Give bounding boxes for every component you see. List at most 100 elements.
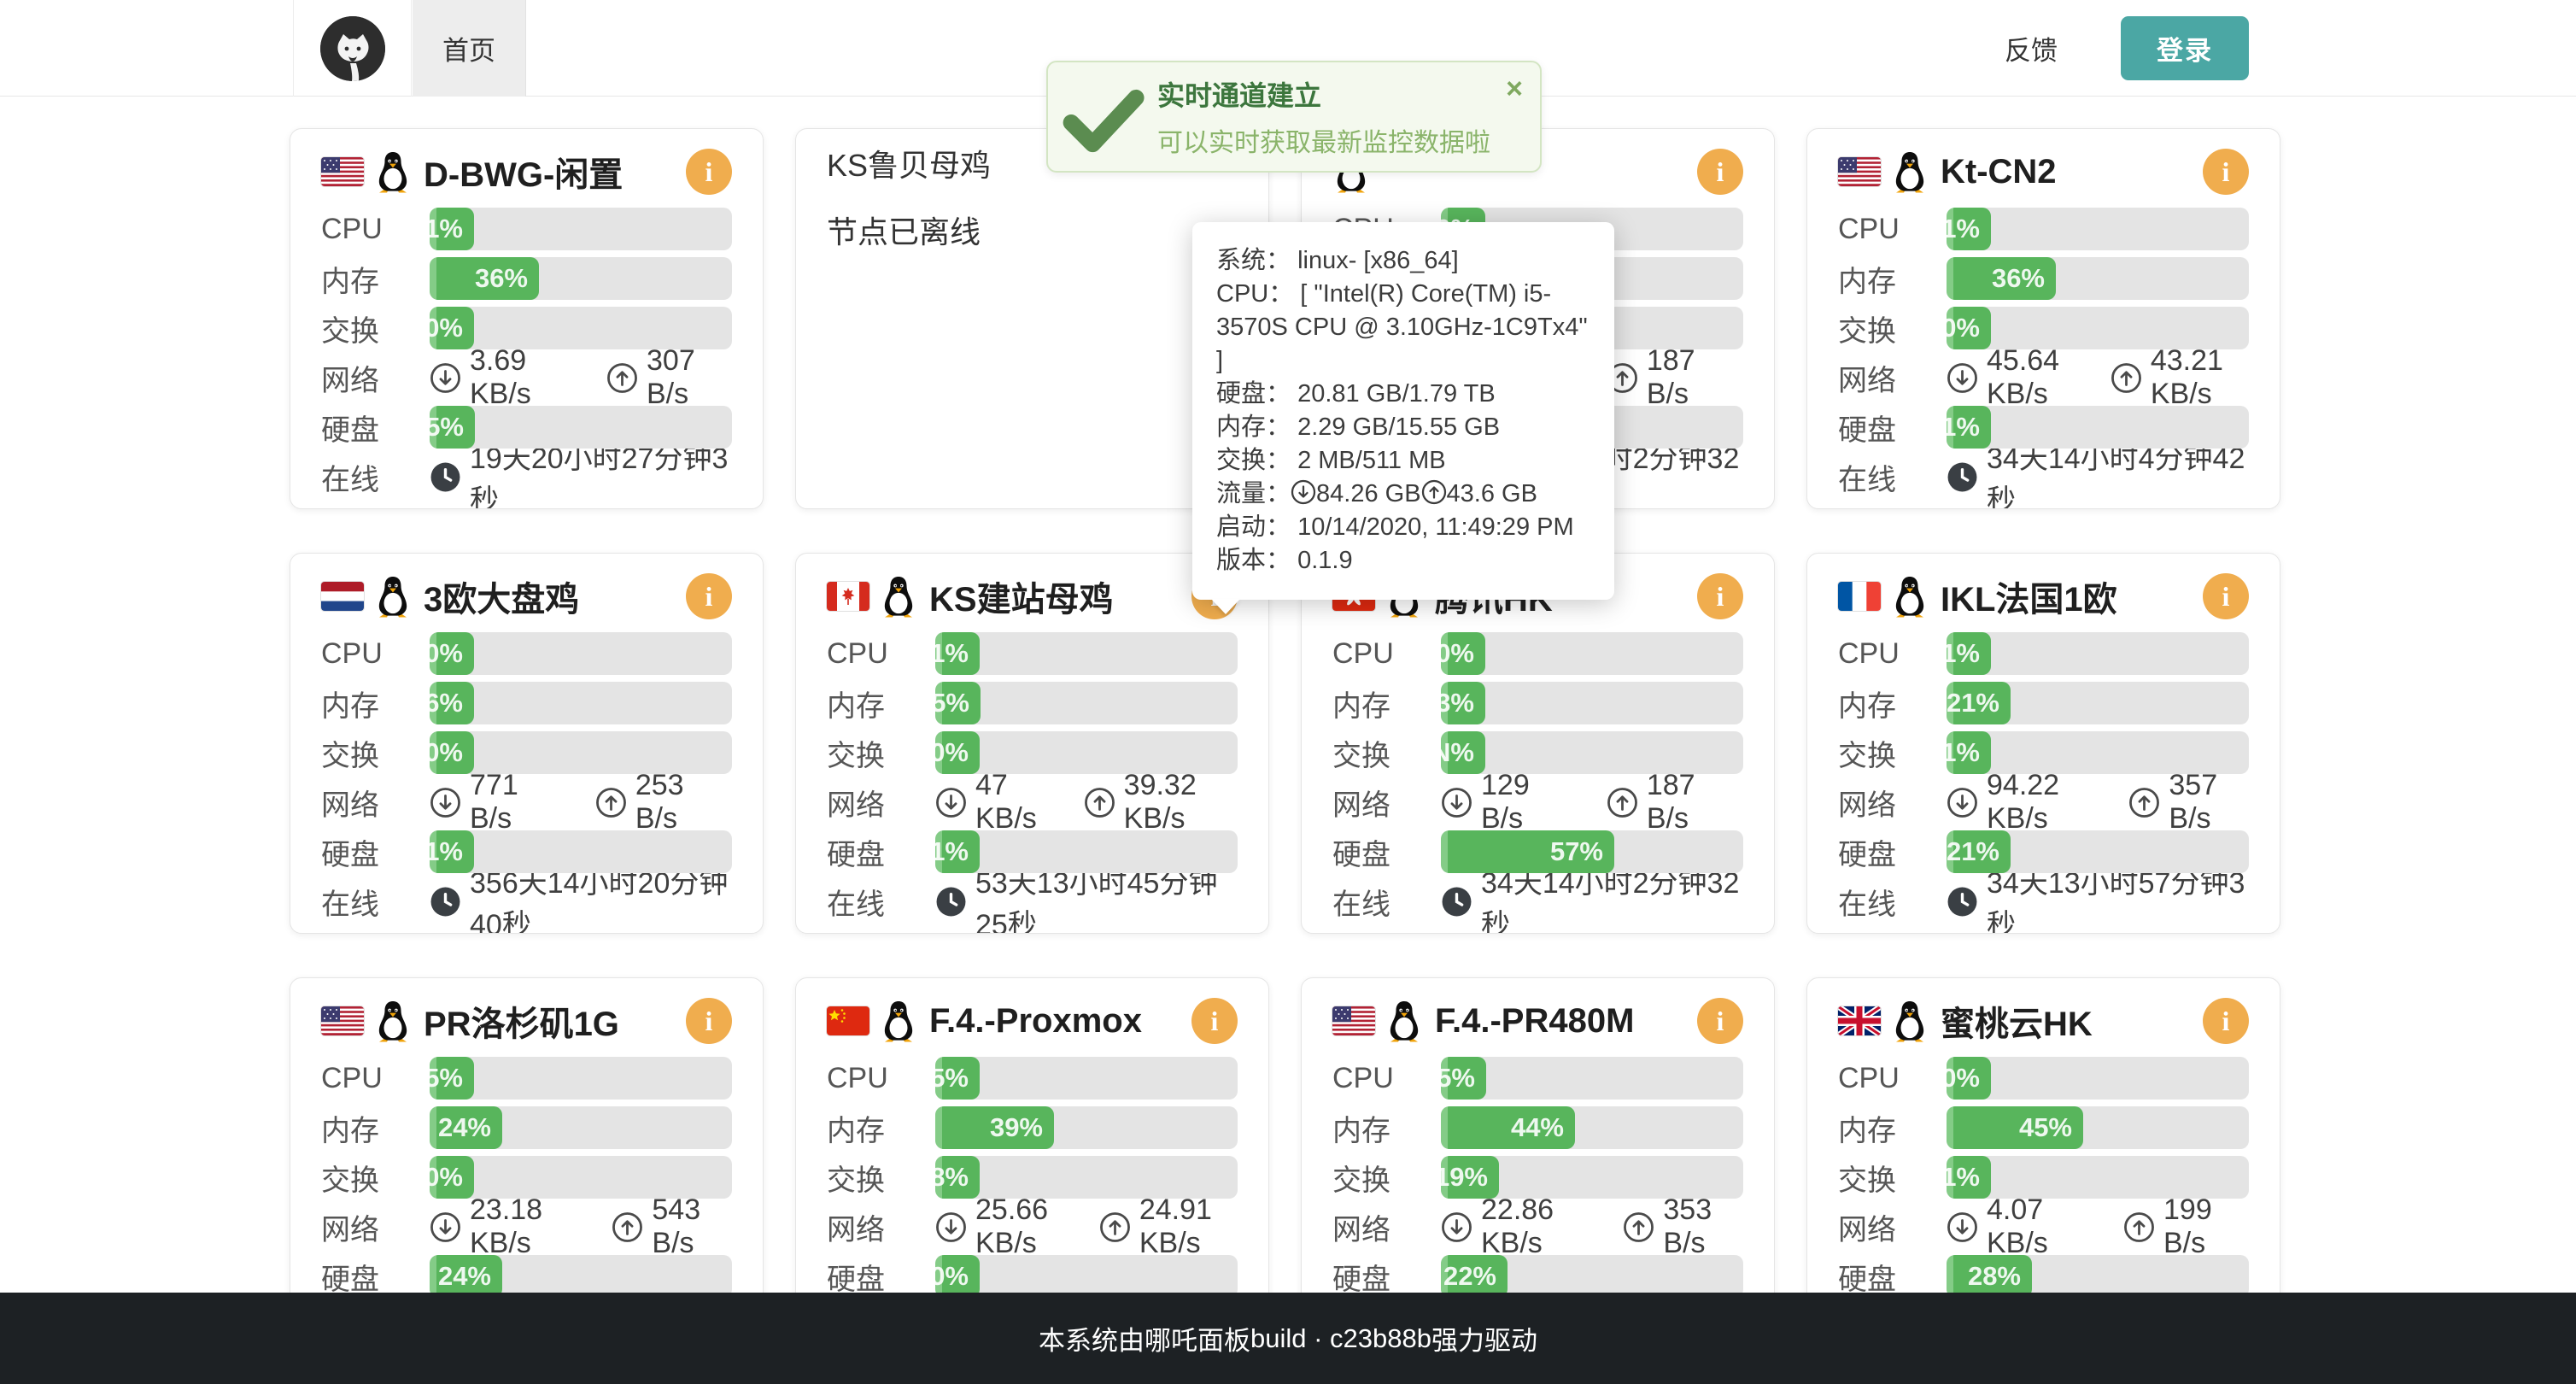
cpu-label: CPU <box>321 213 430 246</box>
cpu-bar-track: 5% <box>935 1057 1238 1100</box>
cpu-row: CPU5% <box>827 1057 1238 1100</box>
server-stats: CPU0%内存3%交换N%网络129 B/s187 B/s硬盘57%在线34天1… <box>1332 632 1743 923</box>
flag-fr-icon <box>1838 582 1881 611</box>
cpu-row: CPU15% <box>1332 1057 1743 1100</box>
server-card: D-BWG-闲置iCPU1%内存36%交换0%网络3.69 KB/s307 B/… <box>290 128 764 509</box>
cpu-bar-fill: 1% <box>430 208 474 250</box>
swap-bar-track: 0% <box>430 1156 732 1199</box>
net-upload-value: 39.32 KB/s <box>1124 769 1238 836</box>
net-download-value: 4.07 KB/s <box>1987 1193 2096 1260</box>
net-speeds: 94.22 KB/s357 B/s <box>1947 769 2249 836</box>
cpu-label: CPU <box>321 637 430 671</box>
disk-bar-track: 28% <box>1947 1255 2249 1298</box>
mem-row: 内存44% <box>1332 1106 1743 1149</box>
disk-row: 硬盘28% <box>1838 1255 2249 1298</box>
flag-cn-icon <box>827 1006 869 1035</box>
download-arrow-icon <box>935 1211 967 1243</box>
info-icon[interactable]: i <box>1697 573 1743 619</box>
disk-bar-fill: 15% <box>430 406 475 449</box>
cpu-bar-fill: 0% <box>1441 632 1485 675</box>
net-upload-value: 357 B/s <box>2169 769 2249 836</box>
info-icon[interactable]: i <box>1191 998 1238 1044</box>
net-download-value: 22.86 KB/s <box>1481 1193 1596 1260</box>
mem-row: 内存36% <box>1838 257 2249 300</box>
swap-bar-track: 0% <box>430 307 732 349</box>
info-icon[interactable]: i <box>1697 149 1743 195</box>
tab-home[interactable]: 首页 <box>413 0 526 97</box>
swap-bar-fill: 8% <box>935 1156 980 1199</box>
feedback-label: 反馈 <box>2005 29 2058 67</box>
cpu-bar-value: 5% <box>930 1063 980 1094</box>
tooltip-swap-row: 交换： 2 MB/511 MB <box>1216 444 1594 478</box>
disk-row: 硬盘24% <box>321 1255 732 1298</box>
toast-close-icon[interactable]: × <box>1506 74 1523 103</box>
cpu-label: CPU <box>827 637 935 671</box>
server-card-header: IKL法国1欧i <box>1838 572 2249 620</box>
swap-label: 交换 <box>321 732 430 774</box>
mem-label: 内存 <box>321 1107 430 1149</box>
cpu-bar-value: 1% <box>424 214 474 244</box>
cpu-bar-track: 1% <box>430 208 732 250</box>
info-icon[interactable]: i <box>2203 149 2249 195</box>
swap-label: 交换 <box>827 732 935 774</box>
info-icon[interactable]: i <box>686 573 732 619</box>
info-icon[interactable]: i <box>686 998 732 1044</box>
info-icon[interactable]: i <box>1697 998 1743 1044</box>
offline-status-text: 节点已离线 <box>827 208 1238 252</box>
server-name: PR洛杉矶1G <box>424 996 686 1046</box>
online-label: 在线 <box>321 456 430 498</box>
mem-bar-fill: 44% <box>1441 1106 1575 1149</box>
upload-arrow-icon <box>1084 787 1115 818</box>
login-button[interactable]: 登录 <box>2121 16 2249 80</box>
linux-penguin-icon <box>1891 150 1929 193</box>
server-stats: CPU1%内存21%交换1%网络94.22 KB/s357 B/s硬盘21%在线… <box>1838 632 2249 923</box>
net-label: 网络 <box>321 1206 430 1248</box>
upload-arrow-icon <box>2128 787 2160 818</box>
cpu-bar-fill: 5% <box>430 1057 474 1100</box>
linux-penguin-icon <box>374 1000 412 1042</box>
mem-bar-fill: 36% <box>430 257 539 300</box>
mem-bar-value: 21% <box>1947 688 2011 718</box>
net-row: 网络23.18 KB/s543 B/s <box>321 1205 732 1248</box>
server-name: 蜜桃云HK <box>1941 996 2203 1046</box>
download-arrow-icon <box>1441 1211 1472 1243</box>
upload-arrow-icon <box>2111 362 2142 394</box>
flag-gb-icon <box>1838 1006 1881 1035</box>
disk-bar-value: 15% <box>411 412 475 443</box>
info-icon[interactable]: i <box>2203 998 2249 1044</box>
swap-bar-value: 0% <box>424 737 474 768</box>
server-card-header: 3欧大盘鸡i <box>321 572 732 620</box>
mem-bar-track: 36% <box>1947 257 2249 300</box>
swap-row: 交换1% <box>1838 731 2249 774</box>
swap-bar-fill: 0% <box>430 731 474 774</box>
nezha-panel-link[interactable]: 哪吒面板 <box>1145 1319 1250 1358</box>
cpu-bar-value: 0% <box>424 638 474 669</box>
toast-message: 可以实时获取最新监控数据啦 <box>1157 121 1506 159</box>
footer-build-text: build · c23b88b <box>1250 1323 1431 1354</box>
info-icon[interactable]: i <box>686 149 732 195</box>
disk-bar-track: 1% <box>935 830 1238 873</box>
net-speeds: 3.69 KB/s307 B/s <box>430 344 732 411</box>
net-row: 网络47 KB/s39.32 KB/s <box>827 781 1238 824</box>
mem-row: 内存21% <box>1838 682 2249 724</box>
site-logo[interactable] <box>293 0 412 97</box>
disk-bar-value: 24% <box>438 1261 502 1292</box>
online-label: 在线 <box>321 881 430 923</box>
download-arrow-icon <box>430 362 461 394</box>
upload-arrow-icon <box>612 1211 643 1243</box>
flag-us-icon <box>321 157 364 186</box>
cpu-label: CPU <box>1838 637 1947 671</box>
mem-row: 内存6% <box>321 682 732 724</box>
feedback-link[interactable]: 反馈 <box>2005 0 2058 97</box>
mem-bar-value: 3% <box>1436 688 1485 718</box>
flag-ca-icon <box>827 582 869 611</box>
linux-penguin-icon <box>1385 1000 1423 1042</box>
info-icon[interactable]: i <box>2203 573 2249 619</box>
mem-bar-track: 6% <box>430 682 732 724</box>
net-row: 网络94.22 KB/s357 B/s <box>1838 781 2249 824</box>
cpu-bar-track: 1% <box>1947 208 2249 250</box>
online-label: 在线 <box>1838 881 1947 923</box>
online-label: 在线 <box>1838 456 1947 498</box>
net-label: 网络 <box>827 1206 935 1248</box>
disk-bar-fill: 22% <box>1441 1255 1508 1298</box>
